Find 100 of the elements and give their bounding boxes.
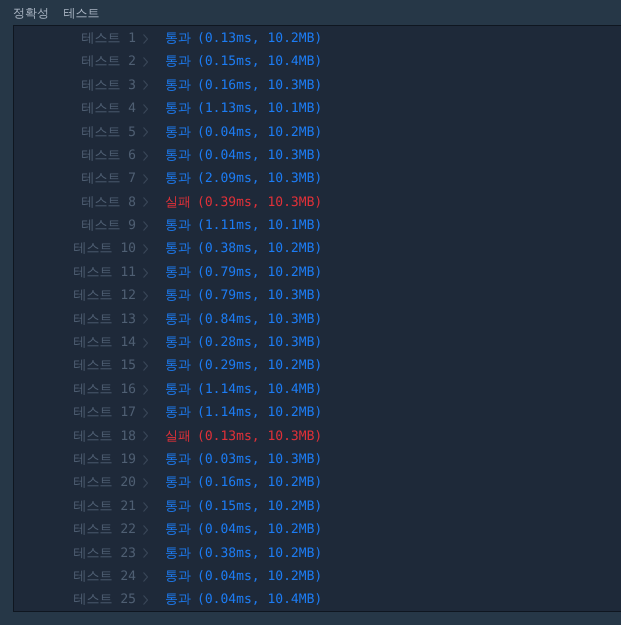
result-status: 통과 [165, 357, 191, 376]
section-title: 정확성 테스트 [13, 4, 100, 22]
result-detail: (0.04ms, 10.2MB) [197, 521, 322, 540]
result-detail: (0.04ms, 10.4MB) [197, 591, 322, 610]
chevron-icon [143, 384, 148, 395]
test-label: 테스트 15 [72, 357, 136, 376]
result-detail: (1.14ms, 10.4MB) [197, 380, 322, 399]
test-label: 테스트 20 [72, 474, 136, 492]
chevron-icon [143, 150, 148, 161]
test-label: 테스트 18 [72, 428, 136, 446]
result-status: 통과 [165, 568, 191, 586]
test-label: 테스트 24 [72, 568, 136, 586]
chevron-icon [143, 57, 148, 68]
result-detail: (1.14ms, 10.2MB) [197, 404, 322, 422]
chevron-icon [143, 548, 148, 558]
result-status: 통과 [165, 240, 191, 258]
result-status: 통과 [165, 170, 191, 188]
test-label: 테스트 21 [72, 498, 136, 516]
result-detail: (1.11ms, 10.1MB) [197, 217, 322, 236]
result-detail: (0.84ms, 10.3MB) [197, 310, 322, 329]
chevron-icon [143, 104, 148, 114]
chevron-icon [143, 502, 148, 512]
result-status: 통과 [165, 124, 191, 142]
chevron-icon [143, 338, 148, 348]
result-detail: (1.13ms, 10.1MB) [197, 100, 322, 118]
test-label: 테스트 13 [72, 310, 136, 329]
test-label: 테스트 2 [80, 53, 136, 72]
result-detail: (0.13ms, 10.2MB) [197, 30, 322, 48]
test-label: 테스트 8 [80, 194, 136, 212]
result-detail: (0.29ms, 10.2MB) [197, 357, 322, 376]
test-label: 테스트 10 [72, 240, 136, 258]
test-label: 테스트 1 [80, 30, 136, 48]
result-status: 통과 [165, 380, 191, 399]
chevron-icon [143, 478, 148, 488]
result-status: 실패 [165, 194, 191, 212]
result-status: 통과 [165, 404, 191, 422]
chevron-icon [143, 361, 148, 372]
result-status: 통과 [165, 146, 191, 165]
result-detail: (0.39ms, 10.3MB) [197, 194, 322, 212]
result-detail: (0.28ms, 10.3MB) [197, 334, 322, 352]
chevron-icon [143, 127, 148, 138]
result-status: 통과 [165, 474, 191, 492]
chevron-icon [143, 174, 148, 184]
test-label: 테스트 19 [72, 450, 136, 469]
chevron-icon [143, 431, 148, 442]
result-status: 통과 [165, 521, 191, 540]
result-detail: (0.38ms, 10.2MB) [197, 240, 322, 258]
result-status: 통과 [165, 544, 191, 563]
result-status: 통과 [165, 100, 191, 118]
chevron-icon [143, 524, 148, 535]
result-status: 통과 [165, 310, 191, 329]
test-label: 테스트 17 [72, 404, 136, 422]
result-detail: (0.15ms, 10.4MB) [197, 53, 322, 72]
chevron-icon [143, 268, 148, 278]
chevron-icon [143, 34, 148, 44]
test-label: 테스트 9 [80, 217, 136, 236]
result-status: 통과 [165, 287, 191, 306]
chevron-icon [143, 220, 148, 231]
chevron-icon [143, 595, 148, 606]
result-status: 통과 [165, 450, 191, 469]
chevron-icon [143, 244, 148, 254]
result-detail: (0.04ms, 10.2MB) [197, 568, 322, 586]
result-status: 통과 [165, 53, 191, 72]
chevron-icon [143, 314, 148, 324]
chevron-icon [143, 454, 148, 465]
result-detail: (2.09ms, 10.3MB) [197, 170, 322, 188]
result-status: 실패 [165, 428, 191, 446]
result-status: 통과 [165, 264, 191, 282]
chevron-icon [143, 80, 148, 90]
result-status: 통과 [165, 76, 191, 95]
result-detail: (0.04ms, 10.2MB) [197, 124, 322, 142]
result-detail: (0.04ms, 10.3MB) [197, 146, 322, 165]
chevron-icon [143, 290, 148, 301]
result-detail: (0.13ms, 10.3MB) [197, 428, 322, 446]
test-label: 테스트 14 [72, 334, 136, 352]
test-label: 테스트 11 [72, 264, 136, 282]
result-status: 통과 [165, 217, 191, 236]
result-status: 통과 [165, 30, 191, 48]
chevron-icon [143, 197, 148, 208]
test-label: 테스트 4 [80, 100, 136, 118]
result-detail: (0.79ms, 10.2MB) [197, 264, 322, 282]
test-label: 테스트 25 [72, 591, 136, 610]
result-status: 통과 [165, 591, 191, 610]
test-label: 테스트 16 [72, 380, 136, 399]
result-detail: (0.16ms, 10.2MB) [197, 474, 322, 492]
chevron-icon [143, 408, 148, 418]
result-detail: (0.03ms, 10.3MB) [197, 450, 322, 469]
result-status: 통과 [165, 498, 191, 516]
test-label: 테스트 23 [72, 544, 136, 563]
test-label: 테스트 22 [72, 521, 136, 540]
test-label: 테스트 3 [80, 76, 136, 95]
result-detail: (0.16ms, 10.3MB) [197, 76, 322, 95]
test-label: 테스트 6 [80, 146, 136, 165]
test-label: 테스트 5 [80, 124, 136, 142]
chevron-icon [143, 572, 148, 582]
result-detail: (0.79ms, 10.3MB) [197, 287, 322, 306]
result-detail: (0.15ms, 10.2MB) [197, 498, 322, 516]
test-label: 테스트 12 [72, 287, 136, 306]
test-label: 테스트 7 [80, 170, 136, 188]
result-detail: (0.38ms, 10.2MB) [197, 544, 322, 563]
